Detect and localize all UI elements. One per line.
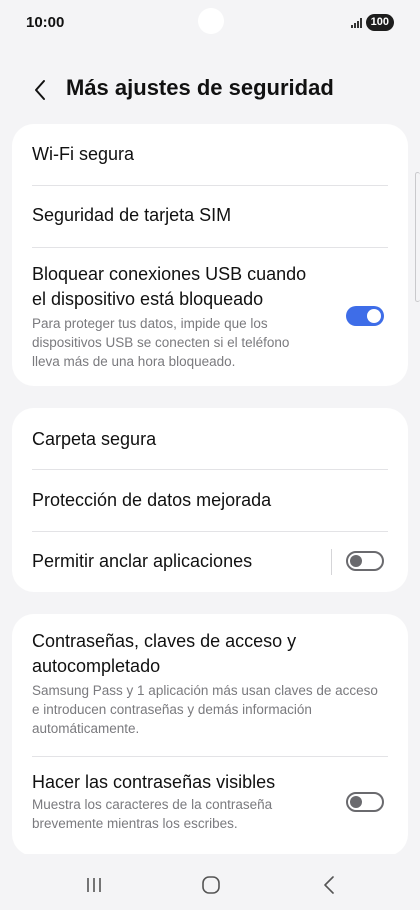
- back-icon[interactable]: [314, 874, 344, 896]
- setting-title: Carpeta segura: [32, 429, 157, 449]
- setting-title: Hacer las contraseñas visibles: [32, 772, 276, 792]
- setting-description: Samsung Pass y 1 aplicación más usan cla…: [32, 683, 378, 736]
- setting-description: Muestra los caracteres de la contraseña …: [32, 797, 273, 831]
- setting-title: Protección de datos mejorada: [32, 490, 272, 510]
- status-indicators: 100: [350, 14, 394, 31]
- setting-enhanced-data-protection[interactable]: Protección de datos mejorada: [12, 469, 408, 531]
- pin-apps-toggle[interactable]: [346, 551, 384, 571]
- page-title: Más ajustes de seguridad: [66, 75, 334, 100]
- setting-title: Contraseñas, claves de acceso y autocomp…: [32, 631, 297, 676]
- setting-description: Para proteger tus datos, impide que los …: [32, 316, 290, 369]
- chevron-left-icon[interactable]: [28, 76, 52, 104]
- settings-card-protection: Carpeta segura Protección de datos mejor…: [12, 408, 408, 592]
- settings-card-passwords: Contraseñas, claves de acceso y autocomp…: [12, 614, 408, 856]
- setting-sim-security[interactable]: Seguridad de tarjeta SIM: [12, 185, 408, 247]
- setting-title: Wi-Fi segura: [32, 144, 135, 164]
- toggle-knob: [350, 796, 362, 808]
- setting-passwords-autofill[interactable]: Contraseñas, claves de acceso y autocomp…: [12, 614, 408, 756]
- block-usb-toggle[interactable]: [346, 306, 384, 326]
- setting-title: Bloquear conexiones USB cuando el dispos…: [32, 264, 307, 309]
- setting-secure-folder[interactable]: Carpeta segura: [12, 408, 408, 469]
- setting-wifi-segura[interactable]: Wi-Fi segura: [12, 124, 408, 185]
- setting-title: Permitir anclar aplicaciones: [32, 551, 253, 571]
- battery-icon: 100: [365, 14, 394, 31]
- setting-title: Seguridad de tarjeta SIM: [32, 205, 232, 225]
- recent-apps-icon[interactable]: [79, 874, 109, 896]
- toggle-knob: [367, 309, 381, 323]
- show-passwords-toggle[interactable]: [346, 792, 384, 812]
- page-header: Más ajustes de seguridad: [0, 70, 420, 110]
- toggle-knob: [350, 555, 362, 567]
- scrollbar[interactable]: [415, 172, 420, 302]
- navigation-bar: [0, 854, 420, 910]
- status-time: 10:00: [26, 14, 65, 31]
- setting-show-passwords[interactable]: Hacer las contraseñas visibles Muestra l…: [12, 756, 408, 856]
- status-bar: 10:00 100: [0, 0, 420, 48]
- camera-cutout: [198, 8, 224, 34]
- setting-pin-apps[interactable]: Permitir anclar aplicaciones: [12, 531, 408, 592]
- divider: [331, 549, 332, 575]
- setting-block-usb[interactable]: Bloquear conexiones USB cuando el dispos…: [12, 247, 408, 386]
- home-icon[interactable]: [196, 874, 226, 896]
- signal-icon: [350, 17, 362, 28]
- settings-card-general: Wi-Fi segura Seguridad de tarjeta SIM Bl…: [12, 124, 408, 386]
